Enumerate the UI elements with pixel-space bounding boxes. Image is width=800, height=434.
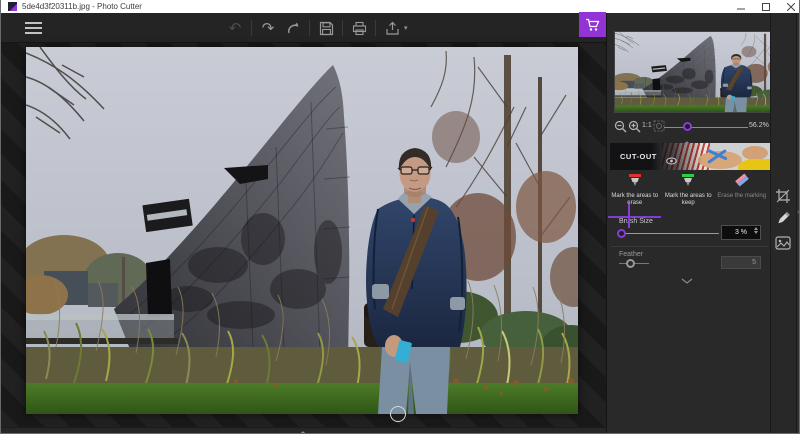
close-button[interactable]	[782, 0, 800, 13]
cutout-section-header[interactable]: CUT-OUT	[610, 143, 770, 170]
redo-curve-icon[interactable]	[284, 19, 302, 37]
zoom-value: 56.2%	[749, 122, 769, 129]
brush-cursor	[390, 406, 406, 422]
cart-button[interactable]	[579, 12, 606, 37]
canvas-area	[1, 43, 606, 434]
feather-value-box: 5	[721, 256, 761, 269]
feather-slider-handle[interactable]	[626, 259, 635, 268]
redo-icon[interactable]: ↷	[259, 19, 277, 37]
brush-size-value: 3 %	[735, 229, 747, 236]
brush-size-value-box[interactable]: 3 %	[721, 225, 761, 240]
chevron-down-icon[interactable]	[681, 271, 693, 289]
tool-label: Mark the areas to erase	[608, 193, 662, 207]
mark-erase-button[interactable]: Mark the areas to erase	[608, 171, 662, 211]
red-marker-icon	[627, 173, 643, 192]
spinner-icons[interactable]	[754, 227, 758, 234]
navigator-thumbnail[interactable]	[615, 32, 787, 112]
erase-marking-button[interactable]: Erase the marking	[715, 171, 769, 211]
cutout-tools: Mark the areas to erase Mark the areas t…	[608, 171, 769, 211]
zoom-out-icon[interactable]	[614, 120, 628, 134]
brush-size-slider-handle[interactable]	[617, 229, 626, 238]
share-dropdown-caret[interactable]: ▾	[404, 24, 408, 32]
photo-cutter-window: 5de4d3f20311b.jpg - Photo Cutter ↶ ↷	[0, 0, 800, 434]
panel-edge	[796, 13, 800, 434]
panel-expand-icon[interactable]: ›	[797, 209, 799, 216]
right-panel: 1:1 56.2% CUT-OUT	[606, 13, 800, 434]
undo-icon[interactable]: ↶	[226, 19, 244, 37]
share-icon[interactable]	[383, 19, 401, 37]
print-icon[interactable]	[350, 19, 368, 37]
save-icon[interactable]	[317, 19, 335, 37]
mark-keep-button[interactable]: Mark the areas to keep	[662, 171, 716, 211]
pencil-icon[interactable]	[775, 210, 791, 226]
tool-label: Erase the marking	[715, 193, 769, 200]
cutout-title: CUT-OUT	[620, 152, 657, 161]
toolbar-separator	[309, 20, 310, 36]
eraser-icon	[734, 173, 750, 192]
toolbar-separator	[251, 20, 252, 36]
cart-icon	[585, 18, 600, 32]
minimize-button[interactable]	[732, 0, 750, 13]
zoom-slider-track[interactable]	[664, 127, 748, 128]
app-icon	[8, 2, 17, 11]
side-tool-strip	[771, 13, 796, 434]
zoom-slider-handle[interactable]	[683, 122, 692, 131]
feather-label: Feather	[619, 251, 643, 258]
active-tool-indicator	[628, 204, 630, 228]
green-marker-icon	[680, 173, 696, 192]
image-icon[interactable]	[775, 236, 791, 252]
window-title: 5de4d3f20311b.jpg - Photo Cutter	[22, 2, 142, 11]
toolbar-separator	[375, 20, 376, 36]
main-toolbar: ↶ ↷ ▾	[1, 13, 606, 43]
toolbar-separator	[342, 20, 343, 36]
photo-canvas[interactable]	[26, 47, 578, 414]
title-bar: 5de4d3f20311b.jpg - Photo Cutter	[1, 0, 800, 13]
crop-icon[interactable]	[775, 188, 791, 204]
maximize-button[interactable]	[757, 0, 775, 13]
zoom-in-icon[interactable]	[628, 120, 642, 134]
menu-icon[interactable]	[25, 22, 42, 34]
feather-value: 5	[752, 259, 756, 266]
tool-label: Mark the areas to keep	[662, 193, 716, 207]
brush-size-label: Brush Size	[619, 218, 653, 225]
chevron-up-icon[interactable]	[297, 424, 309, 434]
brush-size-slider-track[interactable]	[619, 233, 719, 234]
divider	[611, 246, 768, 247]
eye-icon	[666, 152, 677, 170]
